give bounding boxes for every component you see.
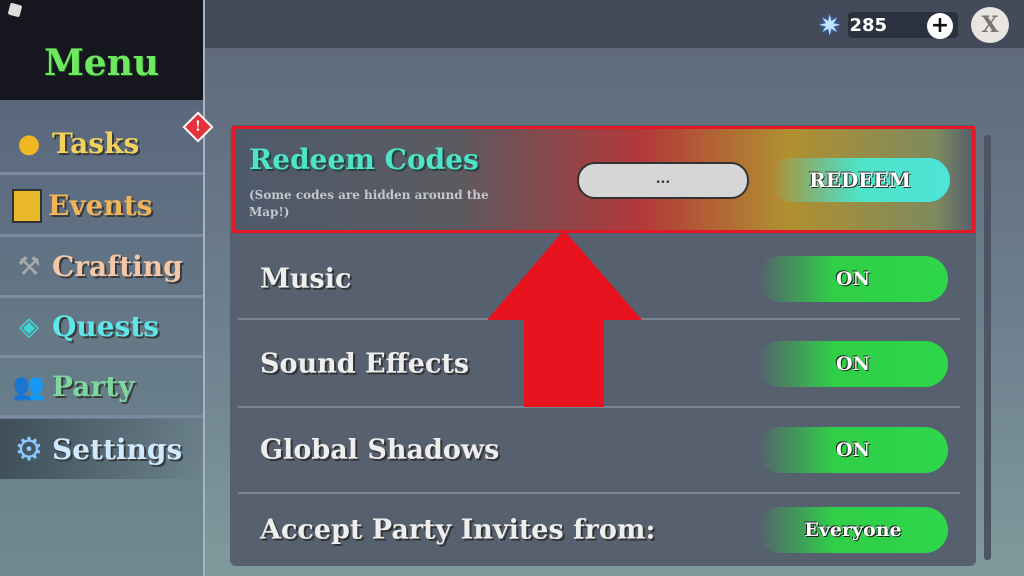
menu-header: Menu: [0, 0, 203, 100]
sidebar-item-quests[interactable]: ◈ Quests: [0, 298, 203, 358]
redeem-button[interactable]: REDEEM: [770, 158, 950, 202]
music-toggle[interactable]: ON: [758, 256, 948, 302]
sidebar-item-settings[interactable]: ⚙ Settings: [0, 419, 203, 479]
code-input[interactable]: ...: [577, 162, 749, 199]
redeem-codes-section: Redeem Codes (Some codes are hidden arou…: [232, 126, 975, 233]
sidebar-item-label: Settings: [52, 432, 183, 466]
setting-label: Global Shadows: [260, 434, 500, 466]
sidebar: Menu ● Tasks Events ⚒ Crafting ◈ Quests 👥 Pa…: [0, 0, 205, 576]
coin-icon: ●: [17, 128, 41, 159]
sidebar-item-label: Party: [52, 370, 135, 403]
setting-label: Accept Party Invites from:: [260, 514, 656, 546]
setting-row-party-invites: Accept Party Invites from: Everyone: [238, 494, 960, 566]
sidebar-item-label: Events: [48, 189, 153, 222]
sidebar-item-crafting[interactable]: ⚒ Crafting: [0, 238, 203, 298]
scrollbar[interactable]: [984, 135, 991, 560]
menu-title: Menu: [43, 42, 160, 84]
red-arrow-annotation: [487, 230, 642, 407]
sidebar-item-party[interactable]: 👥 Party: [0, 358, 203, 418]
sidebar-item-label: Tasks: [52, 127, 140, 160]
close-button[interactable]: X: [971, 7, 1009, 43]
setting-row-global-shadows: Global Shadows ON: [238, 408, 960, 494]
sound-effects-toggle[interactable]: ON: [758, 341, 948, 387]
sidebar-item-events[interactable]: Events: [0, 177, 203, 237]
setting-label: Music: [260, 263, 352, 295]
quest-exclamation-icon: ◈: [19, 311, 39, 342]
energy-star-icon: ✷: [818, 8, 842, 42]
add-currency-button[interactable]: +: [927, 13, 953, 39]
sidebar-item-label: Quests: [52, 310, 160, 343]
party-users-icon: 👥: [12, 371, 46, 402]
gear-icon: ⚙: [14, 430, 44, 468]
currency-value: 285: [849, 14, 888, 36]
events-card-icon: [12, 188, 42, 223]
redeem-subtitle: (Some codes are hidden around the Map!): [249, 188, 489, 219]
setting-label: Sound Effects: [260, 348, 470, 380]
alert-icon: !: [194, 119, 202, 135]
sidebar-item-tasks[interactable]: ● Tasks: [0, 115, 203, 175]
global-shadows-toggle[interactable]: ON: [758, 427, 948, 473]
hammer-icon: ⚒: [17, 251, 41, 282]
sidebar-item-label: Crafting: [52, 250, 183, 283]
party-invites-select[interactable]: Everyone: [758, 507, 948, 553]
redeem-title: Redeem Codes: [249, 143, 479, 176]
